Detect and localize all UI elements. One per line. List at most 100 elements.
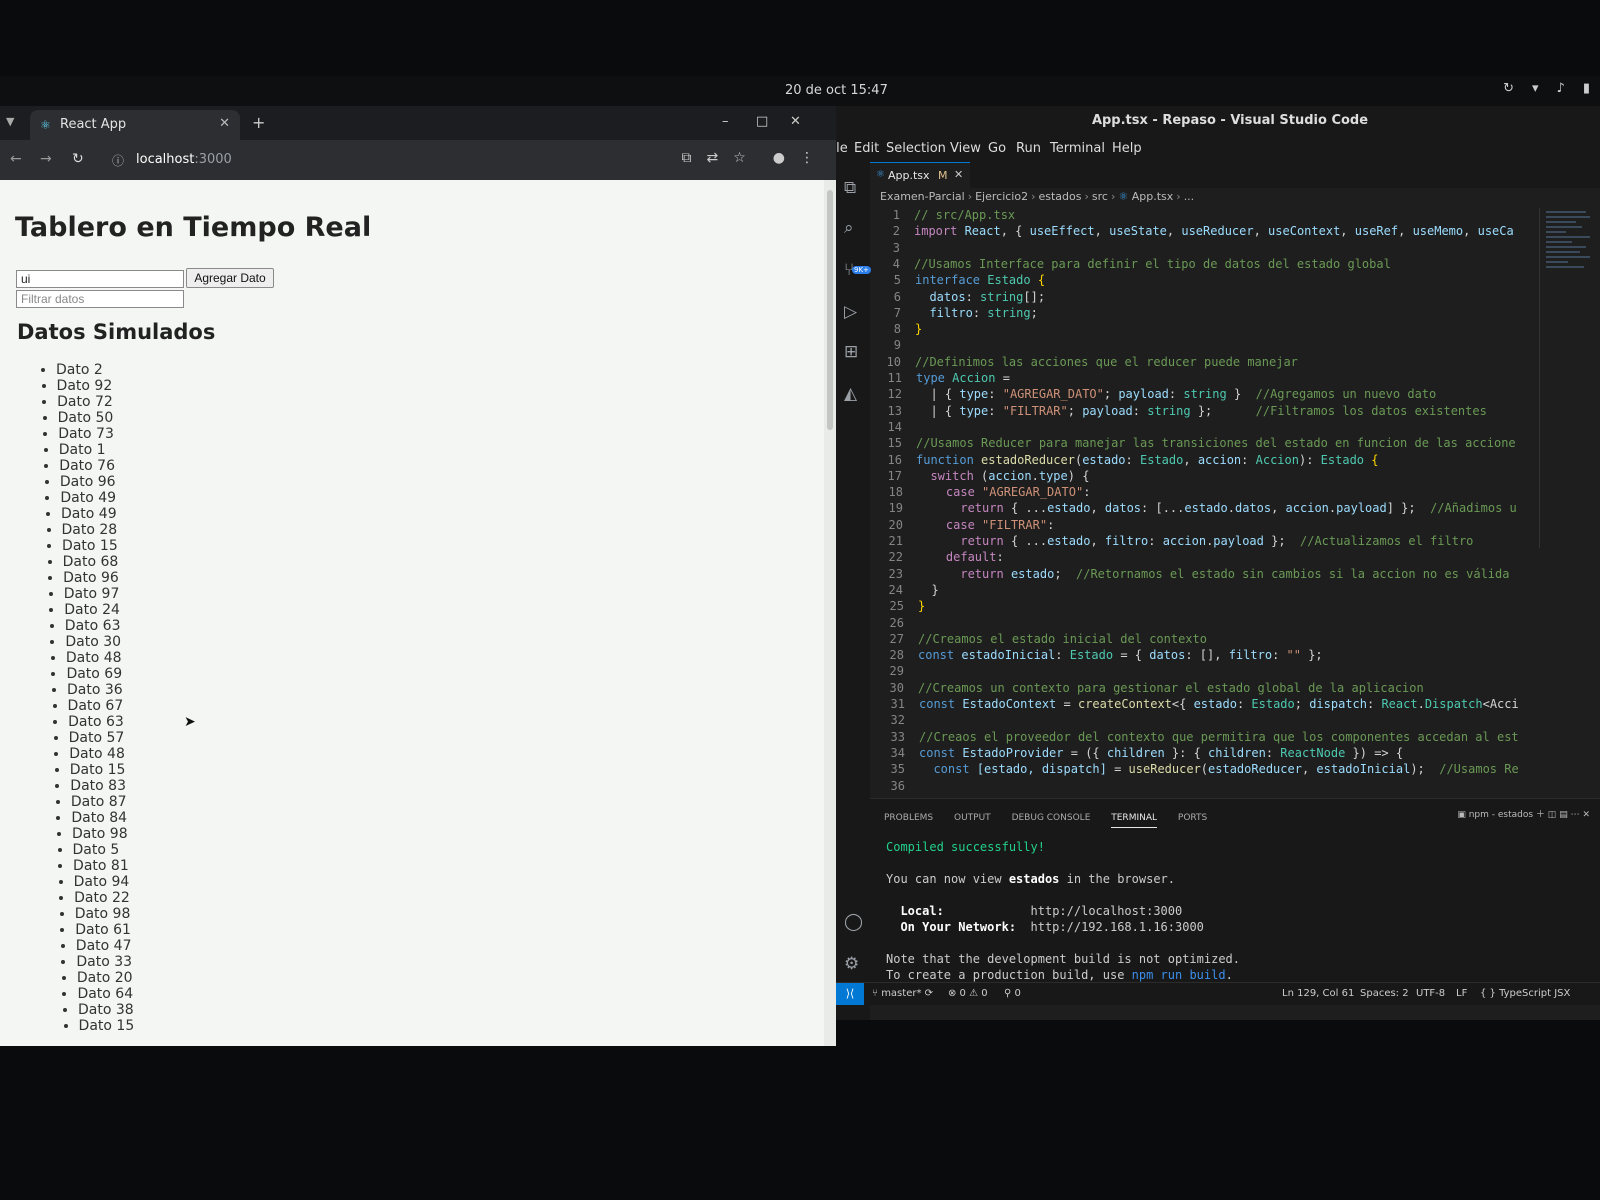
code-line[interactable]: 8}: [871, 322, 922, 338]
run-debug-icon[interactable]: ▷: [844, 302, 857, 322]
minimize-button[interactable]: –: [722, 114, 729, 129]
close-tab-icon[interactable]: ✕: [954, 168, 963, 181]
remote-icon[interactable]: ⟩⟨: [836, 983, 864, 1005]
site-info-icon[interactable]: ⓘ: [112, 152, 124, 169]
settings-gear-icon[interactable]: ⚙: [844, 954, 859, 974]
code-line[interactable]: 1// src/App.tsx: [870, 208, 1015, 224]
reload-icon[interactable]: ↻: [72, 151, 84, 167]
code-editor[interactable]: 1// src/App.tsx 2 import React, { useEffec…: [870, 208, 1600, 796]
browser-tab-react-app[interactable]: ⚛ React App ✕: [30, 110, 240, 140]
code-line[interactable]: 33//Creaos el proveedor del contexto que…: [875, 730, 1519, 746]
docker-icon[interactable]: ◭: [844, 384, 857, 404]
forward-icon[interactable]: →: [40, 151, 52, 167]
volume-icon[interactable]: ♪: [1557, 81, 1565, 96]
tab-app-tsx[interactable]: ⚛ App.tsx M ✕: [870, 162, 970, 189]
tab-ports[interactable]: PORTS: [1178, 813, 1207, 823]
system-tray[interactable]: ↻ ▾ ♪ ▮: [1503, 81, 1590, 96]
accounts-icon[interactable]: ◯: [844, 912, 863, 932]
battery-icon[interactable]: ▮: [1583, 81, 1590, 96]
scrollbar-thumb[interactable]: [827, 190, 833, 430]
code-line[interactable]: 25}: [874, 599, 926, 615]
code-line[interactable]: 35 const [estado, dispatch] = useReducer…: [875, 762, 1519, 778]
menu-go[interactable]: Go: [988, 141, 1006, 156]
code-line[interactable]: 29: [874, 664, 918, 680]
extensions-icon[interactable]: ⊞: [844, 342, 858, 362]
ports-status[interactable]: ⚲ 0: [1004, 988, 1021, 999]
menu-help[interactable]: Help: [1112, 141, 1142, 156]
profile-icon[interactable]: ●: [773, 150, 785, 166]
code-line[interactable]: 31 const EstadoContext = createContext<{ …: [875, 697, 1519, 713]
code-line[interactable]: 27//Creamos el estado inicial del contex…: [874, 632, 1207, 648]
cursor-position[interactable]: Ln 129, Col 61: [1282, 988, 1354, 999]
code-line[interactable]: 7 filtro: string;: [871, 306, 1038, 322]
filter-input[interactable]: [16, 290, 184, 308]
encoding-status[interactable]: UTF-8: [1416, 988, 1445, 999]
menu-run[interactable]: Run: [1016, 141, 1041, 156]
code-line[interactable]: 6 datos: string[];: [871, 290, 1045, 306]
maximize-button[interactable]: □: [756, 114, 768, 129]
indentation-status[interactable]: Spaces: 2: [1360, 988, 1409, 999]
code-line[interactable]: 13 | { type: "FILTRAR"; payload: string …: [872, 404, 1487, 420]
more-icon[interactable]: ⋯: [1571, 810, 1580, 820]
menu-view[interactable]: View: [950, 141, 981, 156]
tab-output[interactable]: OUTPUT: [954, 813, 991, 823]
code-line[interactable]: 22 default:: [873, 550, 1004, 566]
terminal-name[interactable]: npm - estados: [1469, 810, 1533, 820]
branch-status[interactable]: ⑂ master* ⟳: [872, 988, 933, 999]
code-line[interactable]: 17 switch (accion.type) {: [872, 469, 1090, 485]
wifi-icon[interactable]: ▾: [1532, 81, 1539, 96]
refresh-icon[interactable]: ↻: [1503, 81, 1514, 96]
code-line[interactable]: 11 type Accion =: [872, 371, 1010, 387]
code-line[interactable]: 20 case "FILTRAR":: [873, 518, 1055, 534]
split-terminal-icon[interactable]: ◫: [1548, 810, 1557, 820]
breadcrumb-item[interactable]: App.tsx: [1132, 190, 1174, 203]
close-window-button[interactable]: ✕: [790, 114, 801, 129]
tab-terminal[interactable]: TERMINAL: [1111, 813, 1158, 828]
code-line[interactable]: 2 import React, { useEffect, useState, us…: [870, 224, 1514, 240]
code-line[interactable]: 5 interface Estado {: [871, 273, 1045, 289]
code-line[interactable]: 23 return estado; //Retornamos el estado…: [873, 567, 1510, 583]
code-line[interactable]: 9: [871, 338, 915, 354]
local-url-link[interactable]: http://localhost:3000: [1031, 904, 1183, 918]
code-line[interactable]: 30//Creamos un contexto para gestionar e…: [874, 681, 1424, 697]
bookmark-star-icon[interactable]: ☆: [733, 150, 746, 166]
code-line[interactable]: 12 | { type: "AGREGAR_DATO"; payload: st…: [872, 387, 1437, 403]
code-line[interactable]: 16 function estadoReducer(estado: Estado,…: [872, 453, 1379, 469]
menu-file[interactable]: File: [836, 141, 848, 156]
breadcrumb-item[interactable]: Ejercicio2: [975, 190, 1028, 203]
language-mode[interactable]: { } TypeScript JSX: [1480, 988, 1570, 999]
menu-terminal[interactable]: Terminal: [1050, 141, 1105, 156]
minimap[interactable]: [1539, 208, 1600, 548]
menu-kebab-icon[interactable]: ⋮: [800, 150, 814, 166]
code-line[interactable]: 10//Definimos las acciones que el reduce…: [871, 355, 1298, 371]
breadcrumb-item[interactable]: src: [1092, 190, 1108, 203]
code-line[interactable]: 37 return (: [875, 795, 992, 796]
translate-icon[interactable]: ⇄: [706, 150, 718, 166]
network-url-link[interactable]: http://192.168.1.16:3000: [1031, 920, 1204, 934]
code-line[interactable]: 3: [870, 241, 914, 257]
menu-edit[interactable]: Edit: [854, 141, 879, 156]
back-icon[interactable]: ←: [10, 151, 22, 167]
code-line[interactable]: 14: [872, 420, 916, 436]
add-data-button[interactable]: Agregar Dato: [186, 268, 274, 288]
explorer-icon[interactable]: ⧉: [844, 178, 856, 198]
menu-selection[interactable]: Selection: [886, 141, 946, 156]
code-line[interactable]: 15//Usamos Reducer para manejar las tran…: [872, 436, 1516, 452]
search-icon[interactable]: ⌕: [844, 218, 854, 238]
code-line[interactable]: 28 const estadoInicial: Estado = { datos:…: [874, 648, 1323, 664]
code-line[interactable]: 26: [874, 616, 918, 632]
page-scrollbar[interactable]: [824, 180, 836, 1046]
tab-debug-console[interactable]: DEBUG CONSOLE: [1012, 813, 1091, 823]
code-line[interactable]: 34 const EstadoProvider = ({ children }: …: [875, 746, 1404, 762]
code-line[interactable]: 4//Usamos Interface para definir el tipo…: [870, 257, 1391, 273]
new-tab-button[interactable]: +: [252, 113, 265, 132]
install-app-icon[interactable]: ⧉: [681, 150, 691, 166]
address-bar[interactable]: ⓘ localhost:3000: [108, 145, 648, 175]
breadcrumb-item[interactable]: Examen-Parcial: [880, 190, 965, 203]
code-line[interactable]: 18 case "AGREGAR_DATO":: [873, 485, 1091, 501]
eol-status[interactable]: LF: [1456, 988, 1467, 999]
code-line[interactable]: 21 return { ...estado, filtro: accion.pa…: [873, 534, 1474, 550]
code-line[interactable]: 32: [875, 713, 919, 729]
trash-icon[interactable]: ▤: [1559, 810, 1568, 820]
close-panel-icon[interactable]: ✕: [1582, 810, 1590, 820]
